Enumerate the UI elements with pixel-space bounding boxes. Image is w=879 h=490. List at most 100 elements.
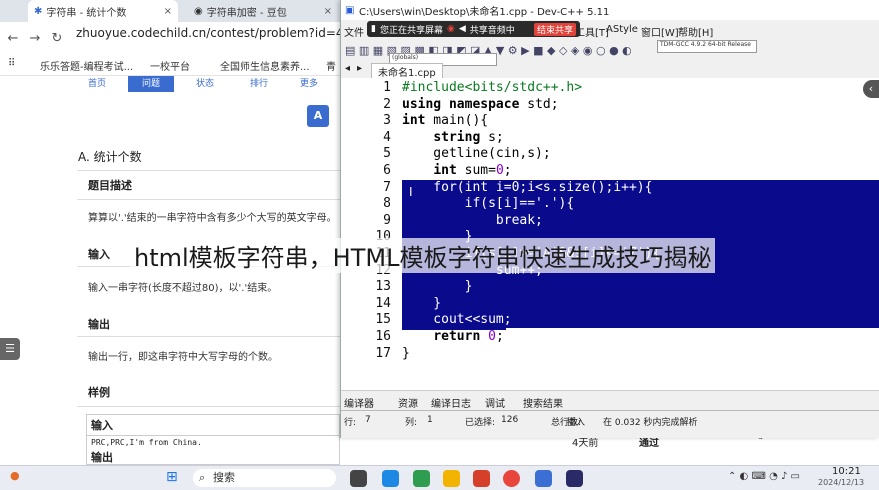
tab-label: 字符串加密 - 豆包: [206, 7, 287, 19]
browser-tab-active[interactable]: ✱ 字符串 - 统计个数 ×: [28, 0, 178, 22]
sample-output-title: 输出: [91, 451, 113, 464]
line-number: 7: [383, 179, 391, 195]
text-cursor-icon: I: [409, 185, 413, 199]
app-icon[interactable]: [413, 470, 430, 487]
line-number: 4: [383, 129, 391, 145]
menu-help[interactable]: 帮助[H]: [678, 24, 713, 39]
subnav-item[interactable]: 首页: [88, 76, 106, 90]
tab-label: 字符串 - 统计个数: [46, 7, 127, 19]
status-bar: 行: 7 列: 1 已选择: 126 总行数: 插入 在 0.032 秒内完成解…: [341, 410, 879, 428]
code-line[interactable]: cout<<sum;: [402, 312, 511, 329]
code-line[interactable]: }: [402, 296, 441, 313]
section-title: 输出: [88, 318, 110, 331]
wps-icon[interactable]: [473, 470, 490, 487]
debug-tab[interactable]: 调试: [485, 395, 505, 410]
compiler-tab[interactable]: 编译器: [344, 395, 374, 410]
code-line[interactable]: break;: [402, 213, 543, 230]
code-line[interactable]: int sum=0;: [402, 163, 511, 180]
code-line[interactable]: }: [402, 279, 473, 296]
a-button[interactable]: A: [307, 105, 329, 127]
code-line[interactable]: #include<bits/stdc++.h>: [402, 80, 582, 97]
close-tab-icon[interactable]: ×: [164, 6, 172, 17]
screen-share-bar: ▮ 您正在共享屏幕 ◉ ◀ 共享音频中 结束共享: [367, 21, 580, 37]
list-toggle-icon[interactable]: ☰: [0, 338, 20, 360]
subnav-item-active[interactable]: 问题: [128, 76, 174, 92]
line-number: 6: [383, 163, 391, 178]
section-text: 输出一行，即这串字符中大写字母的个数。: [88, 352, 278, 363]
menu-astyle[interactable]: AStyle: [606, 24, 638, 35]
code-line[interactable]: for(int i=0;i<s.size();i++){: [402, 180, 652, 197]
tab-favicon: ◉: [194, 5, 203, 17]
bookmark-item[interactable]: 乐乐答题-编程考试...: [40, 58, 133, 73]
bookmark-item[interactable]: 青: [326, 58, 336, 73]
code-line[interactable]: string s;: [402, 130, 503, 147]
tab-prev-icon[interactable]: ◂: [345, 63, 350, 74]
apps-icon[interactable]: ⠿: [8, 58, 15, 69]
bookmark-item[interactable]: 全国师生信息素养...: [220, 58, 310, 73]
subnav-item[interactable]: 排行: [250, 76, 268, 90]
tab-next-icon[interactable]: ▸: [357, 63, 362, 74]
taskbar-search-label: 搜索: [213, 471, 235, 484]
tab-favicon: ✱: [34, 5, 43, 17]
section-title: 题目描述: [88, 179, 132, 192]
line-number: 3: [383, 113, 391, 129]
clock-date[interactable]: 2024/12/13: [818, 478, 864, 487]
row-value: 7: [365, 415, 371, 425]
stop-share-button[interactable]: 结束共享: [533, 22, 576, 36]
row-label: 行:: [344, 418, 357, 428]
app-icon[interactable]: [535, 470, 552, 487]
insert-mode: 插入: [567, 418, 586, 428]
resources-tab[interactable]: 资源: [398, 395, 418, 410]
share-status: 您正在共享屏幕: [379, 25, 443, 36]
section-text: 输入一串字符(长度不超过80)，以'.'结束。: [88, 283, 278, 294]
divider: [77, 336, 340, 337]
sidebar-collapse-icon[interactable]: ‹: [863, 80, 879, 98]
menu-window[interactable]: 窗口[W]: [641, 24, 679, 39]
file-tabs: ◂ ▸ 未命名1.cpp: [341, 62, 879, 79]
menu-tools[interactable]: 工具[T]: [575, 24, 609, 39]
screen-share-icon: ▮: [371, 24, 376, 34]
task-view-icon[interactable]: [350, 470, 367, 487]
compile-log-tab[interactable]: 编译日志: [431, 395, 471, 410]
tray-icons[interactable]: ⌃ ◐ ⌨ ◔ ♪ ▭: [728, 471, 800, 482]
edge-icon[interactable]: [382, 470, 399, 487]
back-icon[interactable]: ←: [2, 31, 24, 46]
windows-start-icon[interactable]: ⊞: [166, 469, 178, 485]
file-explorer-icon[interactable]: [443, 470, 460, 487]
col-label: 列:: [405, 418, 418, 428]
forward-icon[interactable]: →: [24, 31, 46, 46]
menu-file[interactable]: 文件: [344, 24, 364, 39]
subnav-item[interactable]: 状态: [196, 76, 214, 90]
code-line[interactable]: getline(cin,s);: [402, 146, 550, 163]
devcpp-window: ▣ C:\Users\win\Desktop\未命名1.cpp - Dev-C+…: [340, 0, 879, 438]
devcpp-logo-icon: ▣: [345, 4, 355, 16]
bookmark-item[interactable]: 一校平台: [150, 58, 190, 73]
code-line[interactable]: int main(){: [402, 113, 488, 130]
search-results-tab[interactable]: 搜索结果: [523, 395, 563, 410]
code-line[interactable]: using namespace std;: [402, 97, 559, 114]
window-title: C:\Users\win\Desktop\未命名1.cpp - Dev-C++ …: [359, 6, 610, 18]
code-line[interactable]: return 0;: [402, 329, 503, 346]
reload-icon[interactable]: ↻: [46, 31, 68, 46]
taskbar-search[interactable]: ⌕ 搜索: [193, 469, 336, 487]
notification-icon[interactable]: ●: [10, 469, 20, 482]
section-title: 样例: [88, 386, 110, 399]
code-line[interactable]: if(s[i]=='.'){: [402, 196, 575, 213]
close-tab-icon[interactable]: ×: [324, 6, 332, 17]
line-number: 13: [375, 279, 391, 295]
subnav-item[interactable]: 更多: [300, 76, 318, 90]
code-editor[interactable]: 1234567891011121314151617 #include<bits/…: [341, 78, 879, 390]
share-audio[interactable]: 共享音频中: [470, 23, 515, 36]
chrome-icon[interactable]: [503, 470, 520, 487]
clock-time[interactable]: 10:21: [832, 466, 861, 477]
browser-tab[interactable]: ◉ 字符串加密 - 豆包 ×: [188, 0, 338, 22]
section-title: 输入: [88, 248, 110, 261]
compiler-select[interactable]: TDM-GCC 4.9.2 64-bit Release: [657, 40, 757, 53]
audio-icon: ◀: [458, 24, 466, 34]
code-line[interactable]: }: [402, 346, 410, 363]
file-tab[interactable]: 未命名1.cpp: [371, 63, 443, 79]
devcpp-taskbar-icon[interactable]: [566, 470, 583, 487]
divider: [77, 199, 340, 200]
url-field[interactable]: zhuoyue.codechild.cn/contest/problem?id=…: [76, 26, 383, 40]
sample-box: 输入 PRC,PRC,I'm from China. 输出: [86, 414, 340, 465]
